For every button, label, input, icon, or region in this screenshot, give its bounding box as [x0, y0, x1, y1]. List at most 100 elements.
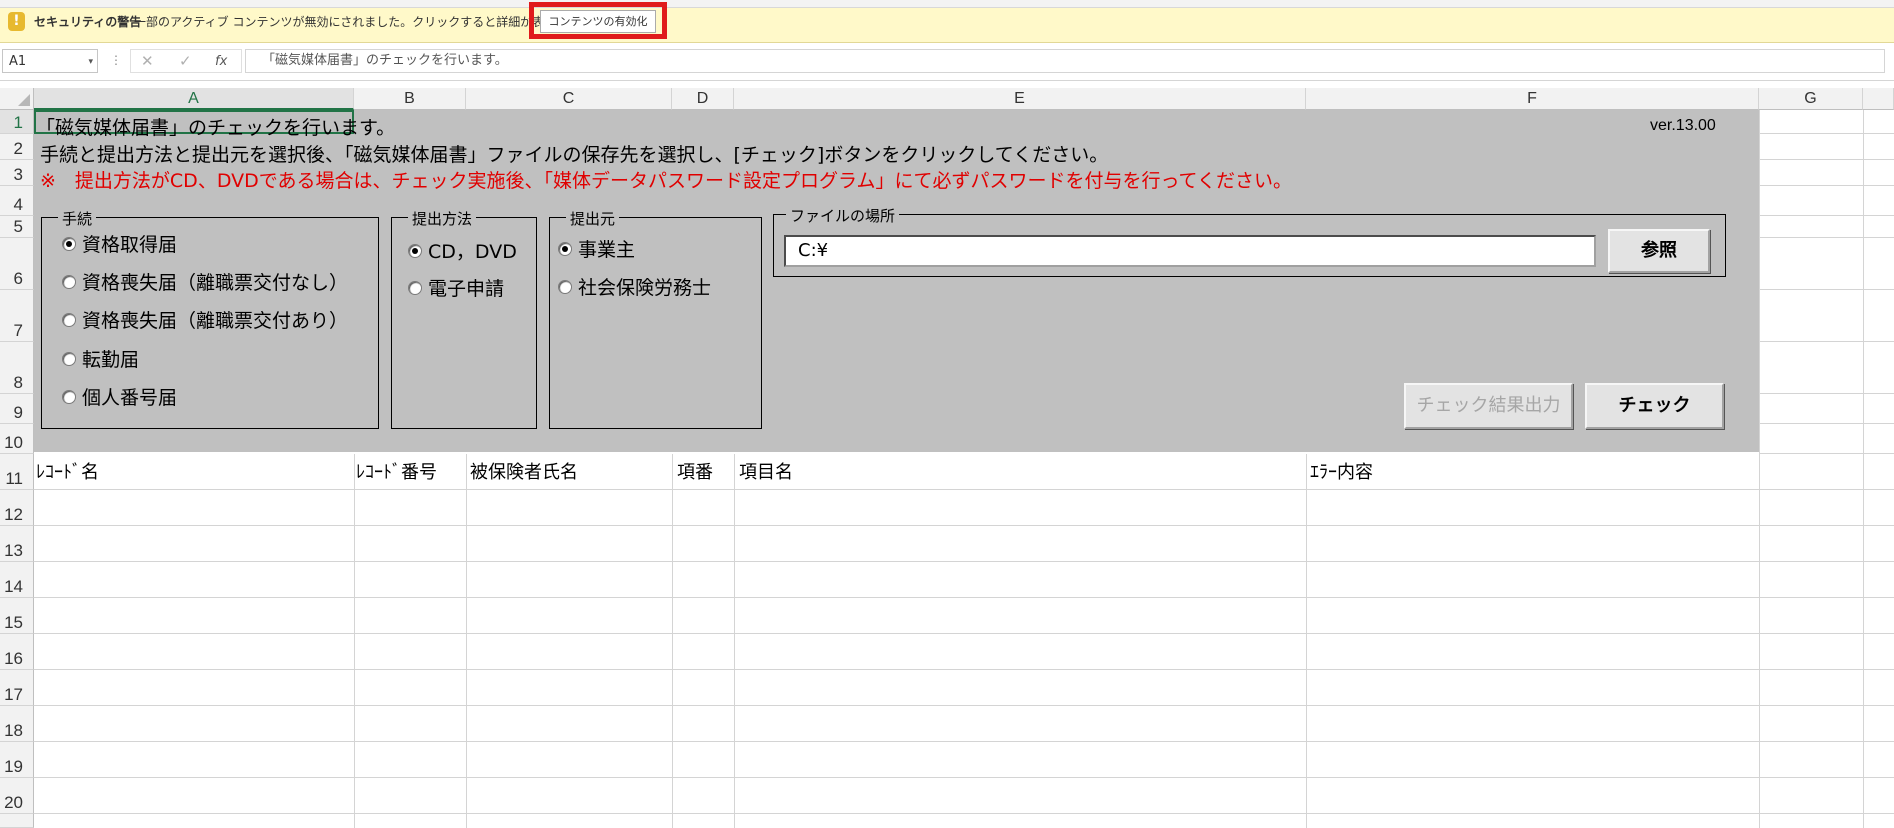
enable-content-button[interactable]: コンテンツの有効化 — [540, 10, 656, 33]
formula-input[interactable]: 「磁気媒体届書」のチェックを行います。 — [245, 49, 1885, 73]
radio-button-icon[interactable] — [408, 280, 422, 295]
file-path-input[interactable]: C:¥ — [784, 235, 1596, 267]
row-header-18[interactable]: 18 — [0, 706, 34, 742]
radio-option-source-1[interactable]: 事業主 — [558, 235, 635, 262]
header-record-number: ﾚｺｰﾄﾞ番号 — [356, 462, 437, 483]
column-header-a[interactable]: A — [34, 88, 354, 110]
grid-line — [1759, 237, 1894, 238]
method-group: 提出方法 CD，DVD 電子申請 — [391, 208, 537, 429]
procedure-group: 手続 資格取得届 資格喪失届（離職票交付なし） 資格喪失届（離職票交付あり） 転… — [41, 208, 379, 429]
grid-line — [1759, 133, 1894, 134]
row-header-12[interactable]: 12 — [0, 490, 34, 526]
grid-line — [34, 489, 1894, 490]
radio-label: 資格取得届 — [82, 234, 178, 256]
grid-line — [1759, 215, 1894, 216]
column-header-e[interactable]: E — [734, 88, 1306, 110]
radio-label: 資格喪失届（離職票交付あり） — [82, 310, 349, 332]
method-legend: 提出方法 — [408, 208, 477, 229]
row-header-1[interactable]: 1 — [0, 110, 34, 134]
row-header-2[interactable]: 2 — [0, 134, 34, 160]
grid-line — [354, 454, 355, 828]
cancel-icon[interactable]: ✕ — [141, 52, 154, 70]
radio-button-icon[interactable] — [62, 236, 76, 251]
grid-line — [34, 669, 1894, 670]
radio-label: 転勤届 — [82, 349, 140, 371]
enter-icon[interactable]: ✓ — [179, 52, 192, 70]
insert-function-icon[interactable]: fx — [215, 54, 227, 69]
row-header-16[interactable]: 16 — [0, 634, 34, 670]
row-header-10[interactable]: 10 — [0, 424, 34, 454]
splitter-icon[interactable]: ⋮ — [110, 53, 122, 67]
radio-option-source-2[interactable]: 社会保険労務士 — [558, 273, 711, 300]
grid-line — [1759, 110, 1760, 828]
grid-line — [734, 454, 735, 828]
row-header-4[interactable]: 4 — [0, 186, 34, 216]
security-warning-bar[interactable]: ! セキュリティの警告 一部のアクティブ コンテンツが無効にされました。クリック… — [0, 0, 1894, 43]
radio-label: 事業主 — [578, 239, 636, 261]
row-header-7[interactable]: 7 — [0, 290, 34, 342]
grid-line — [1759, 185, 1894, 186]
column-header-b[interactable]: B — [354, 88, 466, 110]
row-header-19[interactable]: 19 — [0, 742, 34, 778]
radio-button-icon[interactable] — [62, 312, 76, 327]
column-header-f[interactable]: F — [1306, 88, 1759, 110]
radio-option-procedure-3[interactable]: 資格喪失届（離職票交付あり） — [62, 306, 348, 333]
check-button[interactable]: チェック — [1585, 383, 1724, 429]
name-box-value: A1 — [9, 54, 27, 69]
version-label: ver.13.00 — [1650, 117, 1716, 134]
grid-line — [34, 561, 1894, 562]
chevron-down-icon[interactable]: ▾ — [88, 50, 93, 74]
row-header-8[interactable]: 8 — [0, 342, 34, 394]
radio-button-icon[interactable] — [62, 389, 76, 404]
radio-label: CD，DVD — [428, 241, 517, 263]
select-all-corner[interactable] — [0, 88, 34, 110]
column-header-d[interactable]: D — [672, 88, 734, 110]
header-record-name: ﾚｺｰﾄﾞ名 — [36, 462, 99, 483]
radio-button-icon[interactable] — [408, 243, 422, 258]
header-insured-name: 被保険者氏名 — [470, 462, 578, 483]
warning-note: ※ 提出方法がCD、DVDである場合は、チェック実施後、「媒体データパスワード設… — [40, 170, 1292, 192]
procedure-legend: 手続 — [58, 208, 97, 229]
header-error-detail: ｴﾗｰ内容 — [1310, 462, 1373, 483]
header-item-name: 項目名 — [739, 462, 793, 483]
browse-button[interactable]: 参照 — [1608, 229, 1710, 273]
radio-button-icon[interactable] — [62, 274, 76, 289]
row-header-9[interactable]: 9 — [0, 394, 34, 424]
row-header-5[interactable]: 5 — [0, 216, 34, 238]
radio-option-procedure-2[interactable]: 資格喪失届（離職票交付なし） — [62, 268, 348, 295]
source-group: 提出元 事業主 社会保険労務士 — [549, 208, 762, 429]
security-title: セキュリティの警告 — [34, 15, 142, 29]
grid-line — [1759, 159, 1894, 160]
grid-line — [34, 597, 1894, 598]
name-box[interactable]: A1 ▾ — [2, 49, 98, 73]
radio-button-icon[interactable] — [558, 279, 572, 294]
row-header-15[interactable]: 15 — [0, 598, 34, 634]
column-header-g[interactable]: G — [1759, 88, 1863, 110]
grid-line — [34, 633, 1894, 634]
row-header-14[interactable]: 14 — [0, 562, 34, 598]
grid-line — [34, 741, 1894, 742]
row-header-3[interactable]: 3 — [0, 160, 34, 186]
grid-line — [1759, 393, 1894, 394]
column-header-h[interactable] — [1863, 88, 1894, 110]
grid-line — [1759, 423, 1894, 424]
row-header-17[interactable]: 17 — [0, 670, 34, 706]
grid-line — [34, 813, 1894, 814]
radio-option-method-2[interactable]: 電子申請 — [408, 274, 504, 301]
radio-button-icon[interactable] — [558, 241, 572, 256]
radio-label: 個人番号届 — [82, 387, 178, 409]
radio-option-procedure-1[interactable]: 資格取得届 — [62, 230, 177, 257]
row-header-11[interactable]: 11 — [0, 454, 34, 490]
row-header-20[interactable]: 20 — [0, 778, 34, 814]
radio-option-procedure-4[interactable]: 転勤届 — [62, 345, 139, 372]
file-location-group: ファイルの場所 C:¥ 参照 — [773, 205, 1726, 277]
radio-option-procedure-5[interactable]: 個人番号届 — [62, 383, 177, 410]
ribbon-edge — [0, 0, 1894, 8]
row-header-13[interactable]: 13 — [0, 526, 34, 562]
column-header-c[interactable]: C — [466, 88, 672, 110]
row-header-21[interactable] — [0, 814, 34, 828]
radio-option-method-1[interactable]: CD，DVD — [408, 237, 517, 264]
row-header-6[interactable]: 6 — [0, 238, 34, 290]
radio-button-icon[interactable] — [62, 351, 76, 366]
check-result-output-button[interactable]: チェック結果出力 — [1404, 383, 1573, 429]
